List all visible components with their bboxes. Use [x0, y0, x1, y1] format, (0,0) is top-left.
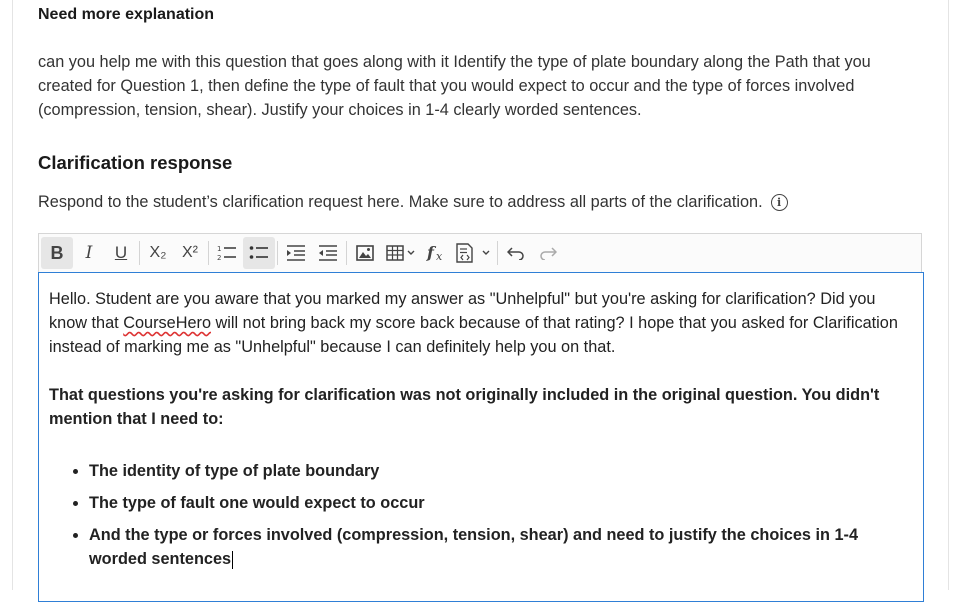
code-snippet-icon [456, 243, 490, 263]
toolbar-separator [497, 241, 498, 265]
outdent-icon [319, 245, 337, 261]
table-icon [386, 245, 415, 261]
subscript-button[interactable]: X₂ [142, 237, 174, 269]
list-item: The identity of type of plate boundary [89, 459, 913, 483]
toolbar-separator [346, 241, 347, 265]
toolbar-separator [139, 241, 140, 265]
bullet-list-icon [249, 246, 268, 259]
indent-button[interactable] [280, 237, 312, 269]
numbered-list-icon: 12 [217, 245, 236, 262]
toolbar-separator [277, 241, 278, 265]
svg-text:1: 1 [217, 245, 221, 253]
redo-button[interactable] [532, 237, 564, 269]
list-item-text: And the type or forces involved (compres… [89, 526, 858, 568]
code-block-button[interactable] [453, 237, 495, 269]
student-question-text: can you help me with this question that … [38, 53, 871, 119]
editor-paragraph-explanation: That questions you're asking for clarifi… [49, 386, 880, 428]
insert-image-button[interactable] [349, 237, 381, 269]
superscript-button[interactable]: X² [174, 237, 206, 269]
need-more-explanation-title: Need more explanation [38, 6, 215, 23]
svg-text:x: x [436, 250, 443, 262]
list-item: The type of fault one would expect to oc… [89, 491, 913, 515]
editor-paragraph-greeting: Hello. Student are you aware that you ma… [49, 287, 913, 359]
image-icon [356, 245, 374, 261]
instruction-text: Respond to the student’s clarification r… [38, 193, 763, 211]
text-cursor [232, 550, 234, 569]
redo-icon [540, 247, 557, 260]
undo-icon [507, 247, 524, 260]
list-item: And the type or forces involved (compres… [89, 523, 913, 571]
insert-table-button[interactable] [381, 237, 421, 269]
underline-button[interactable]: U [105, 237, 137, 269]
bullet-list-button[interactable] [243, 237, 275, 269]
numbered-list-button[interactable]: 12 [211, 237, 243, 269]
svg-text:2: 2 [217, 254, 221, 262]
undo-button[interactable] [500, 237, 532, 269]
page-border-right [948, 0, 949, 590]
italic-button[interactable]: I [73, 237, 105, 269]
clarification-response-title: Clarification response [38, 152, 233, 173]
function-icon: fx [426, 244, 443, 262]
instruction-row: Respond to the student’s clarification r… [38, 193, 788, 212]
indent-icon [287, 245, 305, 261]
info-circle-icon[interactable]: i [770, 194, 788, 211]
editor-toolbar: B I U X₂ X² 12 fx [38, 233, 922, 272]
coursehero-spellcheck-word: CourseHero [123, 314, 211, 332]
bold-button[interactable]: B [41, 237, 73, 269]
editor-bullet-list: The identity of type of plate boundary T… [49, 459, 913, 571]
outdent-button[interactable] [312, 237, 344, 269]
toolbar-separator [208, 241, 209, 265]
clarification-response-editor[interactable]: Hello. Student are you aware that you ma… [38, 272, 924, 602]
formula-button[interactable]: fx [421, 237, 453, 269]
page-border-left [12, 0, 13, 590]
